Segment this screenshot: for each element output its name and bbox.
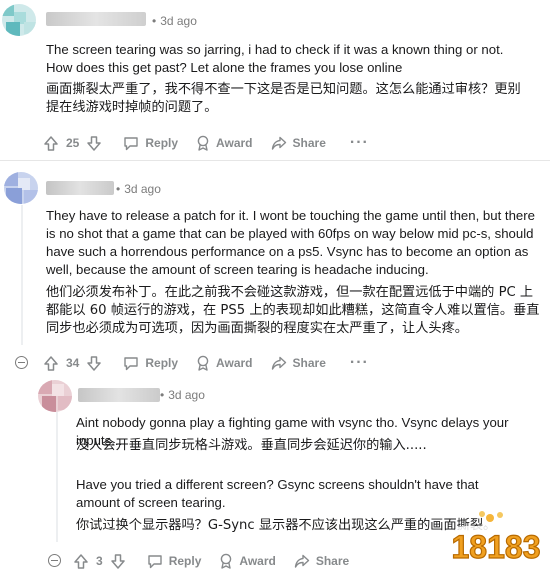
comment-1: • 3d ago The screen tearing was so jarrin… [0, 0, 550, 160]
award-button[interactable]: Award [219, 553, 276, 569]
reply-button[interactable]: Reply [123, 356, 178, 371]
collapse-thread-icon[interactable] [15, 356, 28, 369]
comment-meta: • 3d ago [116, 182, 161, 196]
comment-2: • 3d ago They have to release a patch for… [0, 160, 550, 380]
vote-controls: 25 [44, 135, 102, 151]
share-label: Share [315, 554, 350, 568]
comment-actions: 3 Reply Award Share [74, 552, 367, 570]
share-label: Share [292, 356, 326, 370]
vote-score: 3 [96, 554, 103, 568]
award-button[interactable]: Award [196, 355, 253, 371]
upvote-icon[interactable] [74, 553, 88, 569]
more-options-icon[interactable]: ··· [350, 134, 369, 152]
comment-time: 3d ago [160, 14, 197, 28]
comment-actions: 25 Reply Award Share ··· [44, 134, 369, 152]
share-button[interactable]: Share [271, 136, 326, 151]
comment-time: 3d ago [124, 182, 161, 196]
watermark-logo: 18183 [446, 506, 546, 572]
comment-text-zh: 他们必须发布补丁。在此之前我不会碰这款游戏，但一款在配置远低于中端的 PC 上都… [46, 285, 540, 336]
comment-text-zh: 没人会开垂直同步玩格斗游戏。垂直同步会延迟你的输入..... [76, 438, 427, 453]
reply-label: Reply [168, 554, 202, 568]
vote-controls: 34 [44, 355, 102, 371]
share-icon [271, 136, 286, 150]
comment-text-en: They have to release a patch for it. I w… [46, 208, 535, 277]
vote-controls: 3 [74, 553, 125, 569]
username-redacted[interactable] [46, 181, 114, 195]
comment-text-zh: 你试过换个显示器吗？G-Sync 显示器不应该出现这么严重的画面撕裂。 [76, 518, 497, 533]
award-icon [197, 355, 209, 371]
downvote-icon[interactable] [87, 135, 102, 151]
vote-score: 25 [66, 136, 80, 150]
award-label: Award [239, 554, 276, 568]
downvote-icon[interactable] [87, 355, 102, 371]
collapse-thread-icon[interactable] [48, 554, 61, 567]
comment-text-en: The screen tearing was so jarring, i had… [46, 42, 504, 75]
avatar[interactable] [4, 172, 38, 204]
award-label: Award [216, 136, 253, 150]
reply-button[interactable]: Reply [147, 554, 202, 569]
share-icon [271, 356, 286, 370]
watermark-text: 18183 [452, 529, 541, 565]
reply-button[interactable]: Reply [123, 136, 178, 151]
award-button[interactable]: Award [196, 135, 253, 151]
award-icon [221, 553, 232, 569]
avatar[interactable] [38, 380, 72, 412]
share-button[interactable]: Share [271, 356, 326, 371]
reply-icon [147, 554, 162, 568]
award-icon [197, 135, 209, 151]
avatar[interactable] [2, 4, 36, 36]
comment-actions: 34 Reply Award Share ··· [44, 354, 369, 372]
share-button[interactable]: Share [294, 554, 349, 569]
username-redacted[interactable] [46, 12, 146, 26]
share-label: Share [292, 136, 326, 150]
downvote-icon[interactable] [110, 553, 125, 569]
comment-meta: • 3d ago [160, 388, 205, 402]
reply-label: Reply [145, 356, 179, 370]
username-redacted[interactable] [78, 388, 160, 402]
comment-text-en: Have you tried a different screen? Gsync… [76, 477, 479, 510]
comment-text-zh: 画面撕裂太严重了，我不得不查一下这是否是已知问题。这怎么能通过审核？更别提在线游… [46, 82, 521, 115]
reply-icon [124, 356, 139, 370]
upvote-icon[interactable] [44, 355, 58, 371]
reply-label: Reply [145, 136, 179, 150]
award-label: Award [216, 356, 253, 370]
reply-icon [124, 136, 139, 150]
upvote-icon[interactable] [44, 135, 58, 151]
vote-score: 34 [66, 356, 80, 370]
comment-meta: • 3d ago [152, 14, 197, 28]
more-options-icon[interactable]: ··· [350, 354, 369, 372]
comment-time: 3d ago [168, 388, 205, 402]
share-icon [294, 554, 310, 568]
